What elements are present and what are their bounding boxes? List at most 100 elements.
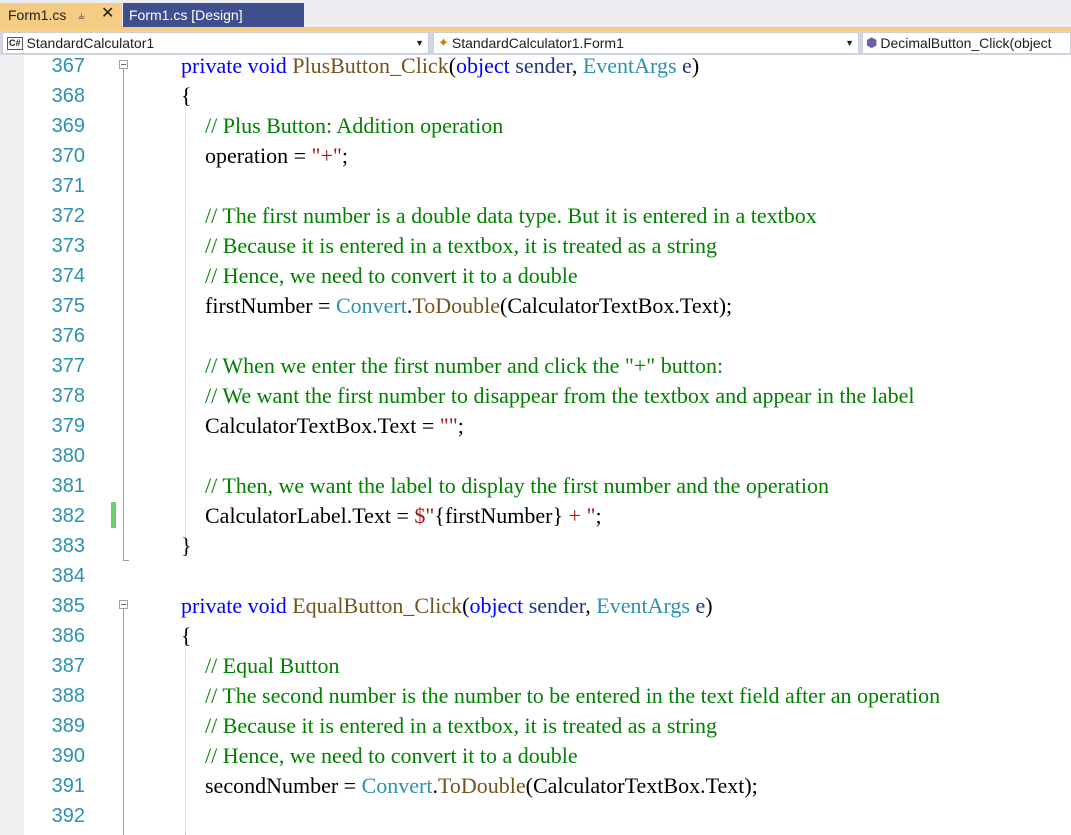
code-token: object <box>469 593 524 618</box>
code-token: // Plus Button: Addition operation <box>205 113 504 138</box>
line-number: 387 <box>51 655 85 677</box>
type-dropdown[interactable]: ✦ StandardCalculator1.Form1 ▼ <box>433 32 859 54</box>
code-token: ; <box>341 143 348 168</box>
code-line[interactable]: 369 // Plus Button: Addition operation <box>0 113 1071 145</box>
line-number: 378 <box>51 385 85 407</box>
code-token: // The second number is the number to be… <box>205 683 941 708</box>
tab-form1-cs[interactable]: Form1.cs ⫨ ✕ <box>0 3 122 27</box>
line-number: 377 <box>51 355 85 377</box>
code-text: { <box>181 81 192 111</box>
code-token: void <box>247 55 287 78</box>
code-token: e <box>689 593 706 618</box>
code-text: // Because it is entered in a textbox, i… <box>205 231 717 261</box>
code-token: ToDouble <box>437 773 526 798</box>
member-dropdown[interactable]: ⬢ DecimalButton_Click(object <box>862 32 1071 54</box>
chevron-down-icon: ▼ <box>845 38 854 48</box>
code-token: {firstNumber} <box>434 503 564 528</box>
code-line[interactable]: 379 CalculatorTextBox.Text = ""; <box>0 413 1071 445</box>
code-token: , <box>571 55 583 78</box>
code-token: ToDouble <box>412 293 500 318</box>
navigation-bar: C# StandardCalculator1 ▼ ✦ StandardCalcu… <box>0 31 1071 55</box>
code-line[interactable]: 370 operation = "+"; <box>0 143 1071 175</box>
member-dropdown-label: DecimalButton_Click(object <box>880 35 1052 51</box>
code-line[interactable]: 378 // We want the first number to disapp… <box>0 383 1071 415</box>
line-number: 384 <box>51 565 85 587</box>
code-token: // Hence, we need to convert it to a dou… <box>205 263 578 288</box>
code-token: // The first number is a double data typ… <box>205 203 817 228</box>
code-token: operation = <box>205 143 312 168</box>
code-text: private void PlusButton_Click(object sen… <box>181 55 699 81</box>
code-token: secondNumber = <box>205 773 362 798</box>
code-text: // Equal Button <box>205 651 339 681</box>
code-token: private <box>181 593 243 618</box>
code-token: "+" <box>311 143 342 168</box>
code-token: , <box>585 593 597 618</box>
code-line[interactable]: 368 { <box>0 83 1071 115</box>
code-token: EventArgs <box>582 55 677 78</box>
code-line[interactable]: 383} <box>0 533 1071 565</box>
line-number: 386 <box>51 625 85 647</box>
code-token: PlusButton_Click <box>292 55 449 78</box>
code-token: { <box>181 83 192 108</box>
code-token: sender <box>509 55 572 78</box>
code-token: EqualButton_Click <box>292 593 463 618</box>
code-token: ( <box>448 55 457 78</box>
code-text: // The second number is the number to be… <box>205 681 940 711</box>
line-number: 368 <box>51 85 85 107</box>
code-line[interactable]: 382 CalculatorLabel.Text = $"{firstNumber… <box>0 503 1071 535</box>
line-number: 383 <box>51 535 85 557</box>
tab-form1-cs-design[interactable]: Form1.cs [Design] <box>123 3 304 27</box>
code-token: $" <box>414 503 435 528</box>
close-icon[interactable]: ✕ <box>101 6 114 22</box>
code-token: void <box>247 593 287 618</box>
code-line[interactable]: 386 { <box>0 623 1071 655</box>
code-token: // Because it is entered in a textbox, i… <box>205 233 717 258</box>
code-token: private <box>181 55 243 78</box>
code-token: sender <box>523 593 586 618</box>
code-text: // Plus Button: Addition operation <box>205 111 503 141</box>
line-number: 389 <box>51 715 85 737</box>
code-text: firstNumber = Convert.ToDouble(Calculato… <box>205 291 732 321</box>
code-line[interactable]: 367 private void PlusButton_Click(object … <box>0 55 1071 85</box>
code-token: "" <box>439 413 458 438</box>
chevron-down-icon: ▼ <box>415 38 424 48</box>
code-token: ) <box>691 55 700 78</box>
line-number: 379 <box>51 415 85 437</box>
code-token: EventArgs <box>596 593 690 618</box>
code-token: // Because it is entered in a textbox, i… <box>205 713 717 738</box>
code-text: // Hence, we need to convert it to a dou… <box>205 261 578 291</box>
code-text: // When we enter the first number and cl… <box>205 351 723 381</box>
code-token: } <box>181 533 192 558</box>
line-number: 373 <box>51 235 85 257</box>
code-text: { <box>181 621 192 651</box>
code-token: + " <box>563 503 596 528</box>
line-number: 372 <box>51 205 85 227</box>
pin-icon[interactable]: ⫨ <box>78 8 85 23</box>
code-editor[interactable]: 367 private void PlusButton_Click(object … <box>0 55 1071 835</box>
code-line[interactable]: 385 private void EqualButton_Click(object… <box>0 593 1071 625</box>
code-line[interactable]: 375 firstNumber = Convert.ToDouble(Calcul… <box>0 293 1071 325</box>
project-dropdown[interactable]: C# StandardCalculator1 ▼ <box>2 32 429 54</box>
code-token: Convert <box>335 293 407 318</box>
code-token: // Equal Button <box>205 653 340 678</box>
line-number: 374 <box>51 265 85 287</box>
code-token: e <box>676 55 692 78</box>
code-text: } <box>181 531 192 561</box>
line-number: 390 <box>51 745 85 767</box>
code-token: // We want the first number to disappear… <box>205 383 915 408</box>
line-number: 376 <box>51 325 85 347</box>
code-line[interactable]: 391 secondNumber = Convert.ToDouble(Calcu… <box>0 773 1071 805</box>
line-number: 388 <box>51 685 85 707</box>
line-number: 381 <box>51 475 85 497</box>
code-token: CalculatorTextBox.Text = <box>205 413 440 438</box>
code-line[interactable]: 392 <box>0 805 1071 835</box>
code-text: // Because it is entered in a textbox, i… <box>205 711 717 741</box>
code-text: secondNumber = Convert.ToDouble(Calculat… <box>205 771 758 801</box>
document-tab-bar: Form1.cs ⫨ ✕ Form1.cs [Design] <box>0 0 1071 27</box>
project-dropdown-label: StandardCalculator1 <box>26 35 155 51</box>
code-token: ) <box>705 593 713 618</box>
line-number: 385 <box>51 595 85 617</box>
csharp-project-icon: C# <box>7 36 23 50</box>
code-text: CalculatorLabel.Text = $"{firstNumber} +… <box>205 501 602 531</box>
type-dropdown-label: StandardCalculator1.Form1 <box>451 35 624 51</box>
